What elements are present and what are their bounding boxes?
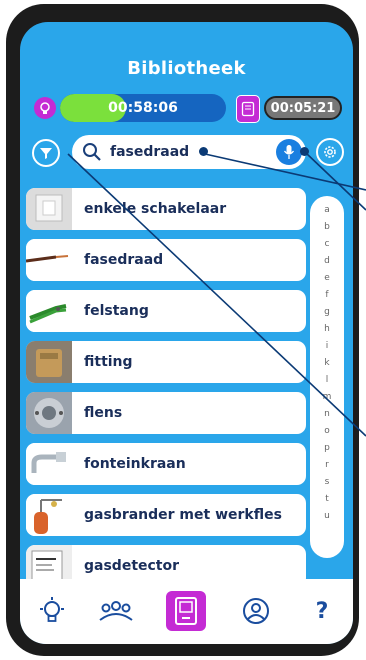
nav-library-button[interactable] [166, 591, 206, 631]
callout-dot [199, 147, 208, 156]
nav-tips-button[interactable] [32, 591, 72, 631]
remaining-time: 00:05:21 [264, 96, 342, 120]
index-letter[interactable]: e [310, 270, 344, 287]
list-item[interactable]: fonteinkraan [26, 443, 306, 485]
list-item[interactable]: flens [26, 392, 306, 434]
settings-button[interactable] [316, 138, 344, 166]
fitting-image [26, 341, 72, 383]
index-letter[interactable]: o [310, 423, 344, 440]
elapsed-time-progress: 00:58:06 [60, 94, 226, 122]
item-label: flens [84, 405, 123, 421]
index-letter[interactable]: t [310, 491, 344, 508]
timer-row: 00:58:06 00:05:21 [20, 94, 353, 124]
bottom-nav: ? [20, 579, 353, 644]
search-input[interactable]: fasedraad [110, 135, 189, 169]
list-item[interactable]: gasbrander met werkfles [26, 494, 306, 536]
index-letter[interactable]: r [310, 457, 344, 474]
list-item[interactable]: fitting [26, 341, 306, 383]
item-label: gasbrander met werkfles [84, 507, 282, 523]
index-letter[interactable]: p [310, 440, 344, 457]
lightbulb-icon [40, 597, 64, 622]
item-label: fitting [84, 354, 133, 370]
list-item[interactable]: felstang [26, 290, 306, 332]
page-title: Bibliotheek [127, 58, 246, 79]
nav-group-button[interactable] [96, 591, 136, 631]
dictionary-icon [175, 597, 197, 625]
callout-dot [300, 147, 309, 156]
list-item[interactable]: enkele schakelaar [26, 188, 306, 230]
index-letter[interactable]: f [310, 287, 344, 304]
index-letter[interactable]: s [310, 474, 344, 491]
alphabet-index: a b c d e f g h i k l m n o p r s t u [310, 196, 344, 558]
list-item[interactable]: fasedraad [26, 239, 306, 281]
filter-icon [40, 148, 52, 159]
index-letter[interactable]: n [310, 406, 344, 423]
index-letter[interactable]: k [310, 355, 344, 372]
item-label: fasedraad [84, 252, 164, 268]
index-letter[interactable]: a [310, 202, 344, 219]
microphone-button[interactable] [276, 139, 309, 165]
filter-button[interactable] [32, 139, 60, 167]
app-screen: Bibliotheek 00:58:06 00:05:21 fasedraad … [20, 22, 353, 644]
elapsed-time: 00:58:06 [108, 100, 178, 116]
book-icon [236, 95, 260, 123]
flange-image [26, 392, 72, 434]
faucet-image [26, 443, 72, 485]
item-label: fonteinkraan [84, 456, 186, 472]
lightbulb-icon [34, 97, 56, 119]
index-letter[interactable]: u [310, 508, 344, 525]
index-letter[interactable]: l [310, 372, 344, 389]
gear-icon [324, 146, 336, 158]
item-label: enkele schakelaar [84, 201, 227, 217]
pliers-image [26, 290, 72, 332]
index-letter[interactable]: i [310, 338, 344, 355]
index-letter[interactable]: c [310, 236, 344, 253]
index-letter[interactable]: g [310, 304, 344, 321]
switch-image [26, 188, 72, 230]
index-letter[interactable]: d [310, 253, 344, 270]
item-label: felstang [84, 303, 149, 319]
index-letter[interactable]: h [310, 321, 344, 338]
nav-help-button[interactable]: ? [302, 591, 342, 631]
search-bar[interactable]: fasedraad [72, 135, 309, 169]
microphone-icon [283, 145, 295, 159]
index-letter[interactable]: m [310, 389, 344, 406]
gas-burner-image [26, 494, 72, 536]
group-icon [99, 601, 133, 621]
index-letter[interactable]: b [310, 219, 344, 236]
nav-profile-button[interactable] [236, 591, 276, 631]
wire-image [26, 239, 72, 281]
profile-icon [243, 598, 269, 624]
search-icon [83, 143, 101, 161]
